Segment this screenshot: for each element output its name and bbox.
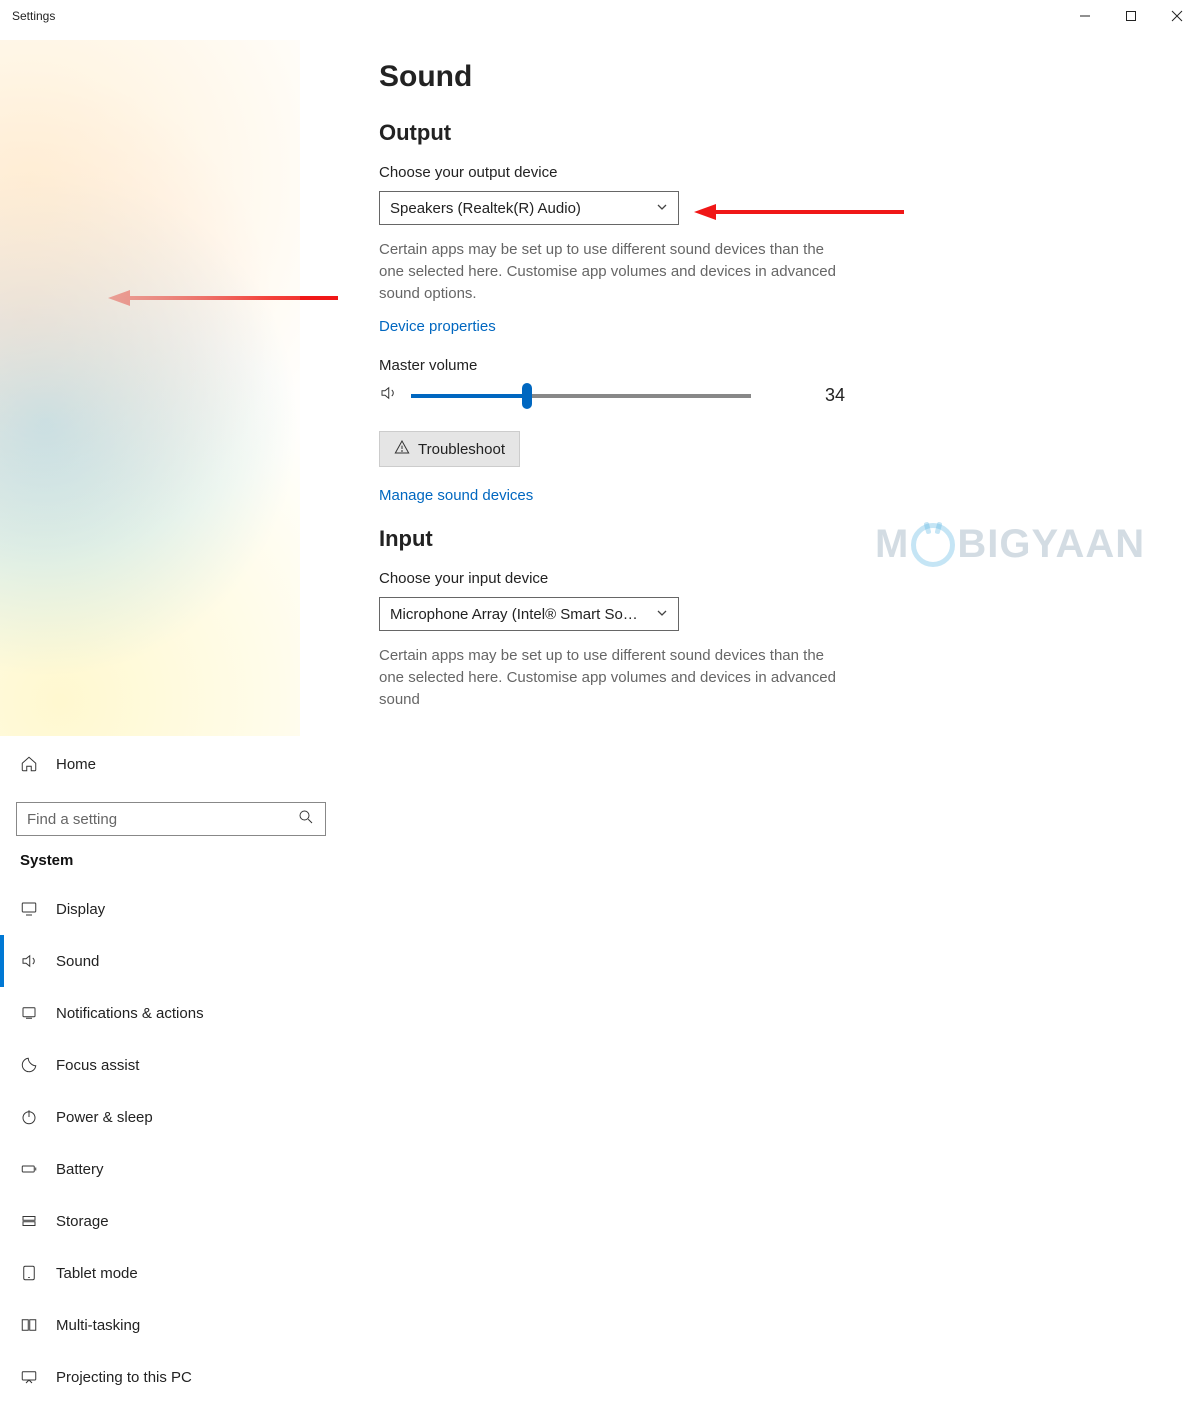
search-placeholder: Find a setting	[27, 811, 117, 828]
slider-fill	[411, 394, 527, 398]
volume-icon[interactable]	[379, 384, 397, 407]
sidebar-item-tablet[interactable]: Tablet mode	[0, 1247, 355, 1299]
troubleshoot-label: Troubleshoot	[418, 441, 505, 458]
chevron-down-icon	[656, 606, 668, 623]
warning-icon	[394, 439, 410, 459]
sidebar-item-sound[interactable]: Sound	[0, 935, 355, 987]
search-input[interactable]: Find a setting	[16, 802, 326, 836]
output-device-value: Speakers (Realtek(R) Audio)	[390, 200, 581, 217]
input-device-label: Choose your input device	[379, 570, 1170, 587]
output-device-label: Choose your output device	[379, 164, 1170, 181]
page-title: Sound	[379, 60, 1170, 94]
sidebar-item-label: Battery	[56, 1161, 104, 1178]
slider-thumb[interactable]	[522, 383, 532, 409]
sidebar-item-focus[interactable]: Focus assist	[0, 1039, 355, 1091]
input-device-value: Microphone Array (Intel® Smart So…	[390, 606, 638, 623]
window-controls	[1062, 0, 1200, 32]
sidebar-item-storage[interactable]: Storage	[0, 1195, 355, 1247]
sidebar-item-label: Notifications & actions	[56, 1005, 204, 1022]
sidebar-item-label: Projecting to this PC	[56, 1369, 192, 1386]
sidebar-item-projecting[interactable]: Projecting to this PC	[0, 1351, 355, 1403]
search-icon	[297, 808, 315, 830]
master-volume-label: Master volume	[379, 357, 1170, 374]
power-icon	[20, 1108, 38, 1126]
troubleshoot-button[interactable]: Troubleshoot	[379, 431, 520, 467]
chevron-down-icon	[656, 200, 668, 217]
section-heading: System	[0, 852, 355, 869]
display-icon	[20, 900, 38, 918]
sidebar-item-battery[interactable]: Battery	[0, 1143, 355, 1195]
sidebar-background	[0, 40, 300, 736]
sidebar: Home Find a setting System Display Sound…	[0, 32, 355, 736]
sidebar-item-power[interactable]: Power & sleep	[0, 1091, 355, 1143]
titlebar: Settings	[0, 0, 1200, 32]
input-description: Certain apps may be set up to use differ…	[379, 645, 839, 710]
volume-slider[interactable]	[411, 394, 751, 398]
output-device-dropdown[interactable]: Speakers (Realtek(R) Audio)	[379, 191, 679, 225]
watermark-logo-icon	[911, 523, 955, 567]
sidebar-item-display[interactable]: Display	[0, 883, 355, 935]
watermark: M BIGYAAN	[875, 522, 1145, 567]
sidebar-item-label: Tablet mode	[56, 1265, 138, 1282]
volume-value: 34	[825, 385, 845, 406]
device-properties-link[interactable]: Device properties	[379, 318, 1170, 335]
home-label: Home	[56, 756, 96, 773]
sidebar-item-label: Focus assist	[56, 1057, 139, 1074]
sidebar-item-label: Display	[56, 901, 105, 918]
sidebar-item-notifications[interactable]: Notifications & actions	[0, 987, 355, 1039]
projecting-icon	[20, 1368, 38, 1386]
output-heading: Output	[379, 120, 1170, 146]
home-icon	[20, 755, 38, 773]
focus-icon	[20, 1056, 38, 1074]
tablet-icon	[20, 1264, 38, 1282]
sidebar-item-label: Sound	[56, 953, 99, 970]
maximize-button[interactable]	[1108, 0, 1154, 32]
home-button[interactable]: Home	[0, 742, 355, 786]
storage-icon	[20, 1212, 38, 1230]
notifications-icon	[20, 1004, 38, 1022]
multitasking-icon	[20, 1316, 38, 1334]
window-title: Settings	[12, 9, 55, 23]
sidebar-item-label: Multi-tasking	[56, 1317, 140, 1334]
minimize-button[interactable]	[1062, 0, 1108, 32]
sidebar-item-multitasking[interactable]: Multi-tasking	[0, 1299, 355, 1351]
manage-sound-link[interactable]: Manage sound devices	[379, 487, 1170, 504]
battery-icon	[20, 1160, 38, 1178]
close-button[interactable]	[1154, 0, 1200, 32]
main-content: Sound Output Choose your output device S…	[355, 32, 1200, 736]
sound-icon	[20, 952, 38, 970]
sidebar-item-label: Storage	[56, 1213, 109, 1230]
output-description: Certain apps may be set up to use differ…	[379, 239, 839, 304]
sidebar-item-label: Power & sleep	[56, 1109, 153, 1126]
input-device-dropdown[interactable]: Microphone Array (Intel® Smart So…	[379, 597, 679, 631]
